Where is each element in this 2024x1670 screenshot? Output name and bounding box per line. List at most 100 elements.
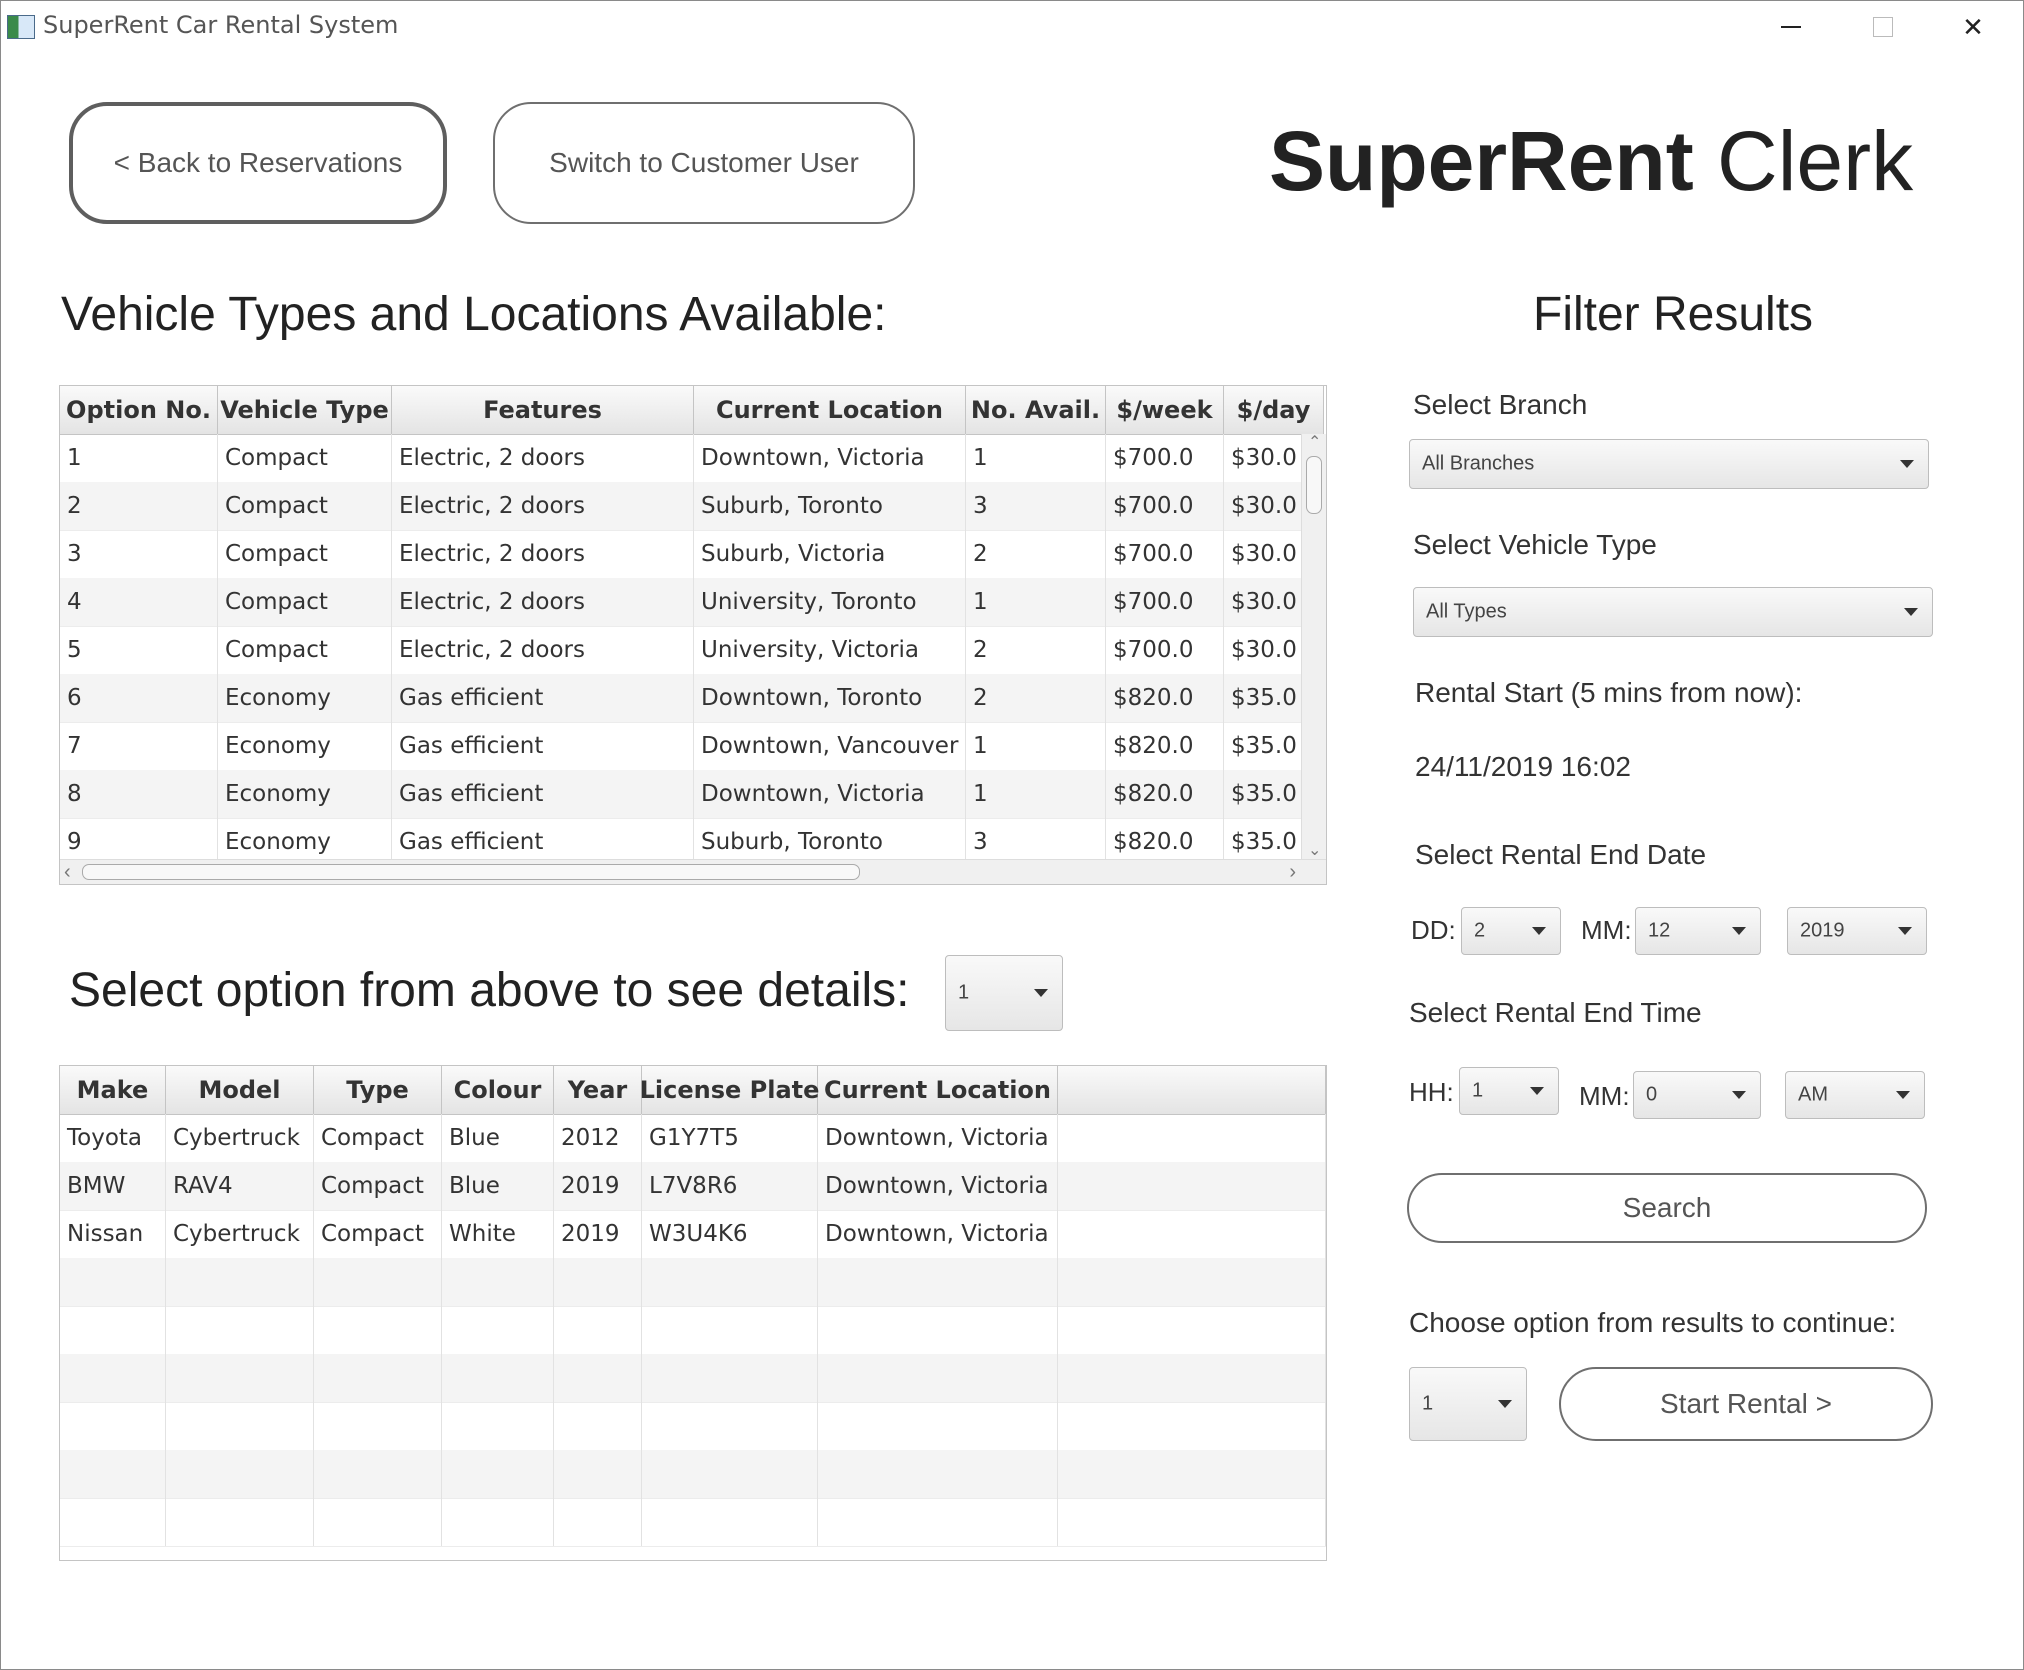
vehicles-column-header[interactable]: $/day bbox=[1224, 386, 1324, 434]
table-row[interactable]: 4 Compact Electric, 2 doors University, Tor… bbox=[60, 578, 1324, 627]
chevron-down-icon bbox=[1732, 927, 1746, 935]
table-cell bbox=[1058, 1210, 1326, 1258]
details-column-header[interactable]: Current Location bbox=[818, 1066, 1058, 1114]
minimize-button[interactable] bbox=[1759, 7, 1823, 47]
table-cell bbox=[818, 1258, 1058, 1306]
page-title: SuperRent Clerk bbox=[1269, 113, 1913, 210]
details-column-header[interactable]: Colour bbox=[442, 1066, 554, 1114]
table-cell bbox=[166, 1450, 314, 1498]
table-cell: Cybertruck bbox=[166, 1210, 314, 1258]
details-heading: Select option from above to see details: bbox=[69, 964, 910, 1017]
table-cell: Suburb, Victoria bbox=[694, 530, 966, 578]
branch-value: All Branches bbox=[1422, 452, 1535, 475]
end-minute-select[interactable]: 0 bbox=[1633, 1071, 1761, 1119]
table-cell: Electric, 2 doors bbox=[392, 530, 694, 578]
table-cell: Downtown, Victoria bbox=[694, 434, 966, 482]
end-hour-select[interactable]: 1 bbox=[1459, 1067, 1559, 1115]
vehicles-table-header: Option No. Vehicle Type Features Current Lo… bbox=[60, 386, 1324, 435]
end-hour-value: 1 bbox=[1472, 1079, 1484, 1102]
details-table[interactable]: Make Model Type Colour Year License Plate Curr… bbox=[59, 1065, 1327, 1561]
details-column-header[interactable]: License Plate bbox=[640, 1066, 819, 1114]
table-cell bbox=[442, 1306, 554, 1354]
table-cell: Downtown, Toronto bbox=[694, 674, 966, 722]
maximize-button[interactable] bbox=[1851, 7, 1915, 47]
end-month-value: 12 bbox=[1648, 919, 1671, 942]
table-cell: Downtown, Victoria bbox=[818, 1210, 1058, 1258]
table-cell: White bbox=[442, 1210, 554, 1258]
table-row[interactable]: 8 Economy Gas efficient Downtown, Victoria 1… bbox=[60, 770, 1324, 819]
table-cell: 2 bbox=[966, 530, 1106, 578]
vehicle-type-select[interactable]: All Types bbox=[1413, 587, 1933, 637]
scroll-up-icon[interactable]: ⌃ bbox=[1308, 435, 1321, 451]
table-row[interactable]: 2 Compact Electric, 2 doors Suburb, Toronto… bbox=[60, 482, 1324, 531]
table-row[interactable]: 1 Compact Electric, 2 doors Downtown, Victo… bbox=[60, 434, 1324, 483]
table-row[interactable]: Toyota Cybertruck Compact Blue 2012 G1Y7T5 Dow… bbox=[60, 1114, 1326, 1163]
close-button[interactable]: ✕ bbox=[1941, 7, 2005, 47]
table-cell: 2019 bbox=[554, 1210, 642, 1258]
start-rental-button[interactable]: Start Rental > bbox=[1559, 1367, 1933, 1441]
table-row[interactable]: Nissan Cybertruck Compact White 2019 W3U4K6 Do… bbox=[60, 1210, 1326, 1259]
chevron-down-icon bbox=[1904, 608, 1918, 616]
title-bold: SuperRent bbox=[1269, 114, 1694, 208]
table-cell: 1 bbox=[966, 770, 1106, 818]
table-row[interactable]: 7 Economy Gas efficient Downtown, Vancouver… bbox=[60, 722, 1324, 771]
scroll-right-icon[interactable]: › bbox=[1289, 860, 1296, 884]
table-cell: Cybertruck bbox=[166, 1114, 314, 1162]
scroll-down-icon[interactable]: ⌄ bbox=[1308, 843, 1321, 859]
table-cell: Electric, 2 doors bbox=[392, 482, 694, 530]
details-column-header[interactable] bbox=[1058, 1066, 1326, 1114]
table-cell: BMW bbox=[60, 1162, 166, 1210]
table-cell bbox=[314, 1306, 442, 1354]
horizontal-scrollbar[interactable]: ‹ › bbox=[60, 859, 1326, 884]
switch-to-customer-button[interactable]: Switch to Customer User bbox=[493, 102, 915, 224]
vehicles-column-header[interactable]: Option No. bbox=[60, 386, 218, 434]
table-row[interactable]: 6 Economy Gas efficient Downtown, Toronto 2 $… bbox=[60, 674, 1324, 723]
details-option-select[interactable]: 1 bbox=[945, 955, 1063, 1031]
table-cell bbox=[818, 1354, 1058, 1402]
title-rest: Clerk bbox=[1693, 114, 1914, 208]
table-cell bbox=[166, 1306, 314, 1354]
table-cell bbox=[166, 1258, 314, 1306]
continue-option-select[interactable]: 1 bbox=[1409, 1367, 1527, 1441]
branch-select[interactable]: All Branches bbox=[1409, 439, 1929, 489]
details-column-header[interactable]: Type bbox=[314, 1066, 442, 1114]
details-column-header[interactable]: Model bbox=[166, 1066, 314, 1114]
vehicles-column-header[interactable]: $/week bbox=[1106, 386, 1224, 434]
vehicles-column-header[interactable]: No. Avail. bbox=[966, 386, 1106, 434]
details-column-header[interactable]: Make bbox=[60, 1066, 166, 1114]
back-to-reservations-button[interactable]: < Back to Reservations bbox=[69, 102, 447, 224]
table-cell bbox=[1058, 1162, 1326, 1210]
vehicles-column-header[interactable]: Features bbox=[392, 386, 694, 434]
end-year-select[interactable]: 2019 bbox=[1787, 907, 1927, 955]
scroll-left-icon[interactable]: ‹ bbox=[64, 860, 71, 884]
table-row[interactable]: BMW RAV4 Compact Blue 2019 L7V8R6 Downtown, Vi… bbox=[60, 1162, 1326, 1211]
search-button[interactable]: Search bbox=[1407, 1173, 1927, 1243]
table-row[interactable]: 5 Compact Electric, 2 doors University, Vic… bbox=[60, 626, 1324, 675]
table-cell: 8 bbox=[60, 770, 218, 818]
details-column-header[interactable]: Year bbox=[554, 1066, 642, 1114]
chevron-down-icon bbox=[1898, 927, 1912, 935]
end-month-select[interactable]: 12 bbox=[1635, 907, 1761, 955]
table-cell: Economy bbox=[218, 722, 392, 770]
table-cell bbox=[642, 1354, 818, 1402]
vertical-scrollbar[interactable]: ⌃ ⌄ bbox=[1301, 434, 1326, 860]
vehicles-column-header[interactable]: Current Location bbox=[694, 386, 966, 434]
minute-label: MM: bbox=[1579, 1081, 1630, 1111]
table-row[interactable]: 3 Compact Electric, 2 doors Suburb, Victori… bbox=[60, 530, 1324, 579]
table-cell: 2 bbox=[966, 674, 1106, 722]
empty-table-row bbox=[60, 1498, 1326, 1547]
vehicles-table[interactable]: Option No. Vehicle Type Features Current Lo… bbox=[59, 385, 1327, 885]
vehicles-column-header[interactable]: Vehicle Type bbox=[218, 386, 392, 434]
horizontal-scroll-thumb[interactable] bbox=[82, 864, 860, 880]
end-day-select[interactable]: 2 bbox=[1461, 907, 1561, 955]
table-cell: Suburb, Toronto bbox=[694, 482, 966, 530]
table-cell bbox=[442, 1354, 554, 1402]
table-cell bbox=[314, 1258, 442, 1306]
table-cell bbox=[818, 1450, 1058, 1498]
table-cell: Compact bbox=[218, 578, 392, 626]
vertical-scroll-thumb[interactable] bbox=[1306, 456, 1322, 514]
ampm-select[interactable]: AM bbox=[1785, 1071, 1925, 1119]
table-cell: Blue bbox=[442, 1162, 554, 1210]
empty-table-row bbox=[60, 1354, 1326, 1403]
empty-table-row bbox=[60, 1306, 1326, 1355]
